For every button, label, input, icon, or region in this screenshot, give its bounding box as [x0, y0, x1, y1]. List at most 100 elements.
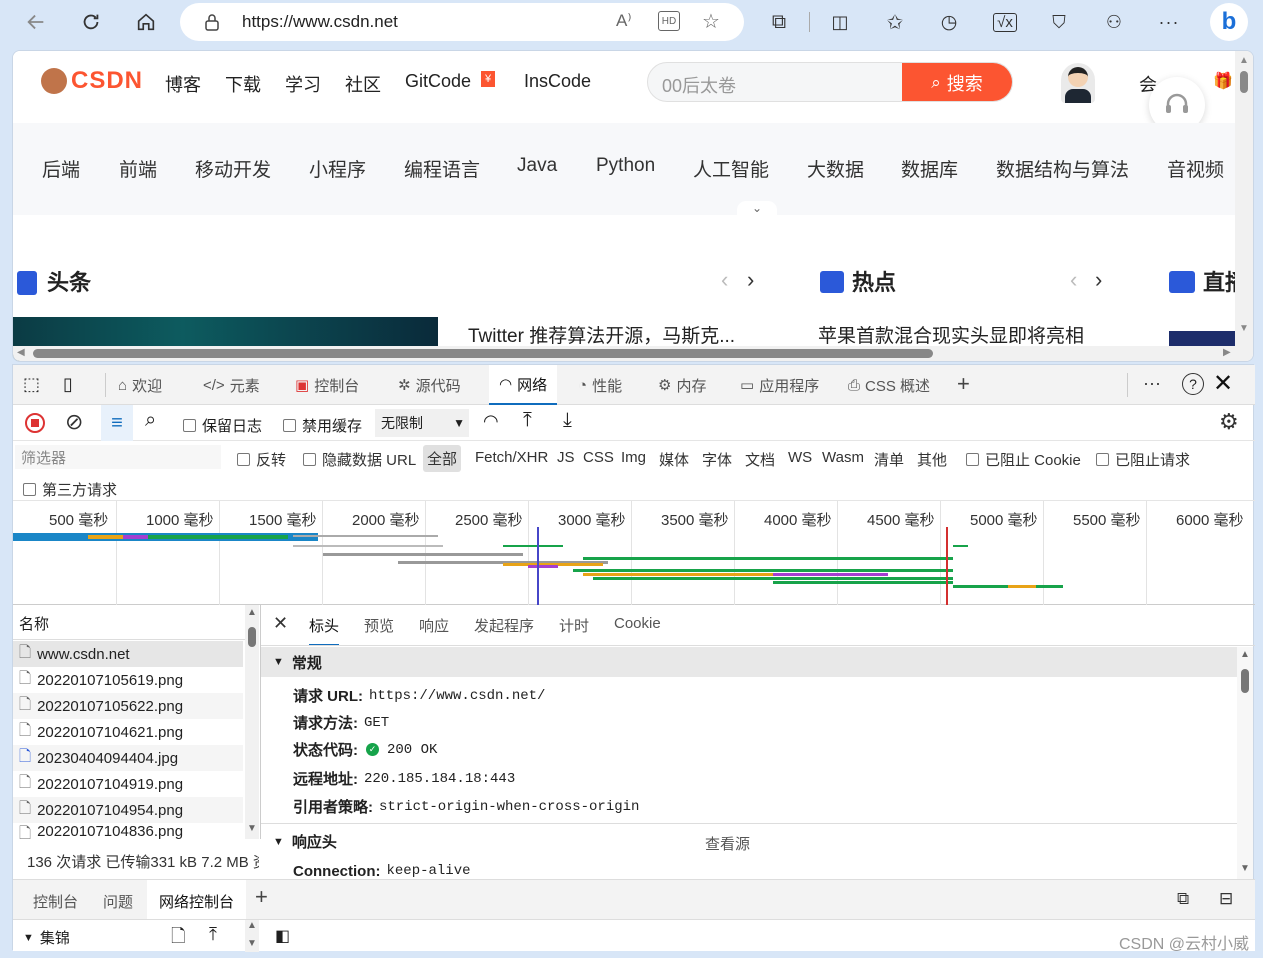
- filter-icon[interactable]: ≡: [101, 405, 133, 441]
- invert-checkbox[interactable]: 反转: [237, 449, 286, 470]
- detail-tab-headers[interactable]: 标头: [309, 615, 340, 646]
- inspect-element-icon[interactable]: ⬚: [23, 374, 40, 395]
- disable-cache-checkbox[interactable]: 禁用缓存: [283, 415, 362, 436]
- view-source-link[interactable]: 查看源: [705, 833, 750, 854]
- detail-tab-response[interactable]: 响应: [419, 615, 449, 636]
- split-screen-button[interactable]: ◫: [824, 6, 856, 38]
- detail-tab-initiator[interactable]: 发起程序: [474, 615, 534, 636]
- category-item[interactable]: Java: [517, 155, 557, 177]
- export-har-icon[interactable]: ⤓: [563, 409, 572, 432]
- new-file-icon[interactable]: 🗋: [171, 924, 185, 954]
- detail-tab-cookie[interactable]: Cookie: [614, 615, 661, 632]
- filter-fetch-xhr[interactable]: Fetch/XHR: [475, 449, 548, 466]
- category-item[interactable]: 小程序: [309, 155, 366, 182]
- request-row[interactable]: 🗋 www.csdn.net: [13, 641, 243, 667]
- address-bar[interactable]: https://www.csdn.net A⁾ HD ☆: [180, 3, 744, 41]
- drawer-tab-console[interactable]: 控制台: [33, 891, 78, 912]
- request-row[interactable]: 🗋 20220107104954.png: [13, 797, 243, 823]
- add-drawer-tab-icon[interactable]: +: [255, 884, 268, 910]
- request-row[interactable]: 🗋 20220107104836.png: [13, 823, 243, 839]
- request-row[interactable]: 🗋 20220107105622.png: [13, 693, 243, 719]
- drawer-tab-issues[interactable]: 问题: [103, 891, 133, 912]
- history-button[interactable]: ◷: [933, 6, 965, 38]
- filter-css[interactable]: CSS: [583, 449, 614, 466]
- filter-wasm[interactable]: Wasm: [822, 449, 864, 466]
- tab-performance[interactable]: ◔ 性能: [578, 365, 622, 405]
- record-stop-icon[interactable]: [25, 413, 45, 433]
- filter-img[interactable]: Img: [621, 449, 646, 466]
- csdn-logo[interactable]: CSDN: [41, 67, 143, 95]
- site-search[interactable]: 00后太卷 ⌕ 搜索: [647, 62, 1013, 102]
- category-item[interactable]: 数据库: [901, 155, 958, 182]
- network-conditions-icon[interactable]: ◠: [483, 411, 499, 432]
- filter-all[interactable]: 全部: [423, 445, 462, 472]
- add-favorite-icon[interactable]: ☆: [702, 9, 720, 34]
- close-drawer-icon[interactable]: ⊟: [1219, 889, 1233, 909]
- search-icon[interactable]: ⌕: [145, 409, 156, 432]
- filter-media[interactable]: 媒体: [659, 449, 689, 470]
- category-item[interactable]: 编程语言: [404, 155, 480, 182]
- category-item[interactable]: 音视频: [1167, 155, 1224, 182]
- category-item[interactable]: 大数据: [807, 155, 864, 182]
- filter-js[interactable]: JS: [557, 449, 575, 466]
- math-solver-button[interactable]: √x: [989, 6, 1021, 38]
- search-button[interactable]: ⌕ 搜索: [902, 63, 1012, 101]
- settings-gear-icon[interactable]: ⚙: [1219, 409, 1239, 435]
- hide-data-urls-checkbox[interactable]: 隐藏数据 URL: [303, 449, 416, 470]
- request-row[interactable]: 🗋 20220107105619.png: [13, 667, 243, 693]
- headline-next-icon[interactable]: ›: [747, 267, 754, 293]
- preserve-log-checkbox[interactable]: 保留日志: [183, 415, 262, 436]
- nav-gitcode[interactable]: GitCode: [405, 71, 471, 92]
- browser-essentials-button[interactable]: ⛉: [1043, 6, 1075, 38]
- undock-drawer-icon[interactable]: ⧉: [1177, 889, 1189, 909]
- refresh-button[interactable]: [75, 6, 107, 38]
- collections-toggle[interactable]: ▼ 集锦: [23, 927, 70, 948]
- import-har-icon[interactable]: ⤒: [523, 409, 532, 432]
- filter-input[interactable]: 筛选器: [15, 445, 221, 469]
- collections-scrollbar[interactable]: ▲ ▼: [245, 920, 259, 952]
- nav-learn[interactable]: 学习: [285, 71, 321, 97]
- response-headers-section-header[interactable]: ▼ 响应头: [273, 831, 337, 852]
- network-overview-timeline[interactable]: 500 毫秒 1000 毫秒 1500 毫秒 2000 毫秒 2500 毫秒 3…: [13, 501, 1255, 605]
- read-aloud-icon[interactable]: A⁾: [616, 11, 632, 31]
- category-item[interactable]: 移动开发: [195, 155, 271, 182]
- home-button[interactable]: [130, 6, 162, 38]
- filter-other[interactable]: 其他: [917, 449, 947, 470]
- third-party-checkbox[interactable]: 第三方请求: [23, 479, 117, 500]
- hd-video-icon[interactable]: HD: [658, 11, 680, 31]
- headline-article-link[interactable]: Twitter 推荐算法开源，马斯克...: [468, 321, 735, 348]
- blocked-requests-checkbox[interactable]: 已阻止请求: [1096, 449, 1190, 470]
- filter-font[interactable]: 字体: [702, 449, 732, 470]
- add-tool-icon[interactable]: +: [957, 371, 970, 397]
- sidebar-toggle-icon[interactable]: ◧: [275, 926, 290, 946]
- tab-elements[interactable]: </> 元素: [203, 365, 260, 405]
- category-item[interactable]: 后端: [42, 155, 80, 182]
- more-menu-button[interactable]: ···: [1153, 6, 1185, 38]
- close-detail-icon[interactable]: ✕: [273, 613, 288, 634]
- request-list-scrollbar[interactable]: ▲ ▼: [245, 605, 259, 839]
- headline-prev-icon[interactable]: ‹: [721, 267, 728, 293]
- extensions-button[interactable]: ⧉: [763, 6, 795, 38]
- detail-tab-preview[interactable]: 预览: [364, 615, 394, 636]
- name-column-header[interactable]: 名称: [19, 613, 49, 634]
- tab-application[interactable]: ▭ 应用程序: [740, 365, 819, 405]
- more-tools-icon[interactable]: ···: [1143, 373, 1161, 394]
- favorites-button[interactable]: ✩: [879, 6, 911, 38]
- blocked-cookies-checkbox[interactable]: 已阻止 Cookie: [966, 449, 1081, 470]
- h-scroll-thumb[interactable]: [33, 349, 933, 358]
- v-scroll-thumb[interactable]: [1240, 71, 1248, 93]
- category-item[interactable]: Python: [596, 155, 655, 177]
- tab-welcome[interactable]: ⌂ 欢迎: [118, 365, 162, 405]
- copilot-button[interactable]: b: [1210, 3, 1248, 41]
- request-row[interactable]: 🗋 20220107104919.png: [13, 771, 243, 797]
- detail-tab-timing[interactable]: 计时: [559, 615, 589, 636]
- back-button[interactable]: [20, 6, 52, 38]
- nav-inscode[interactable]: InsCode: [524, 71, 591, 92]
- hot-prev-icon[interactable]: ‹: [1070, 267, 1077, 293]
- filter-doc[interactable]: 文档: [745, 449, 775, 470]
- gift-icon[interactable]: 🎁: [1213, 71, 1233, 91]
- request-row[interactable]: 🗋 20220107104621.png: [13, 719, 243, 745]
- horizontal-scrollbar[interactable]: ◀ ▶: [13, 346, 1243, 361]
- collections-button[interactable]: ⚇: [1098, 6, 1130, 38]
- expand-chevron-icon[interactable]: ⌄: [737, 201, 777, 219]
